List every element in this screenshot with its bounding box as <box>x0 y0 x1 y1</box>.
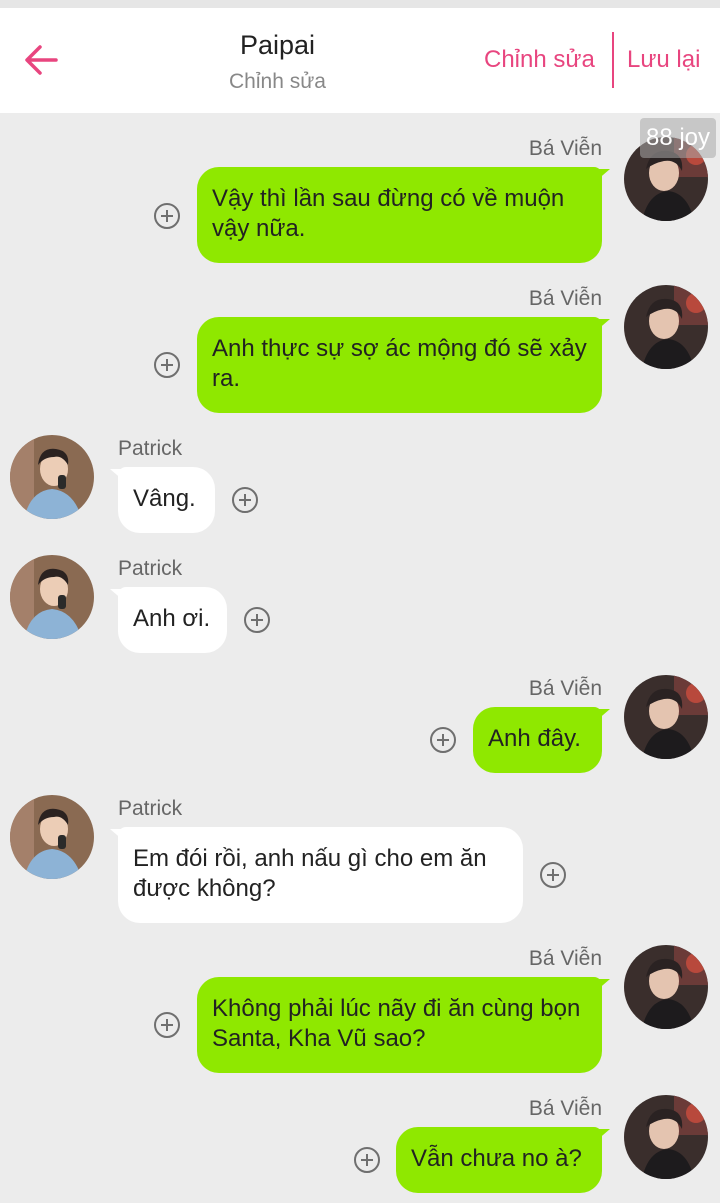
chat-message: Bá Viễn Vẫn chưa no à? <box>0 1095 720 1197</box>
sender-name: Bá Viễn <box>528 677 602 700</box>
message-bubble[interactable]: Em đói rồi, anh nấu gì cho em ăn được kh… <box>110 827 523 923</box>
chat-message: Bá Viễn Anh đây. <box>0 675 720 777</box>
message-bubble[interactable]: Anh đây. <box>473 707 610 773</box>
avatar[interactable] <box>624 1095 708 1179</box>
plus-circle-icon[interactable] <box>154 203 180 229</box>
avatar[interactable] <box>10 435 94 519</box>
sender-name: Patrick <box>118 797 183 820</box>
plus-circle-icon[interactable] <box>244 607 270 633</box>
sender-name: Patrick <box>118 557 183 580</box>
avatar[interactable] <box>624 945 708 1029</box>
chat-message: Patrick Em đói rồi, anh nấu gì cho em ăn… <box>0 795 720 927</box>
message-bubble[interactable]: Vẫn chưa no à? <box>396 1127 610 1193</box>
watermark: 88 joy <box>640 118 716 158</box>
sender-name: Bá Viễn <box>528 947 602 970</box>
avatar[interactable] <box>624 675 708 759</box>
plus-circle-icon[interactable] <box>154 1012 180 1038</box>
avatar[interactable] <box>10 795 94 879</box>
plus-circle-icon[interactable] <box>354 1147 380 1173</box>
sender-name: Bá Viễn <box>528 1097 602 1120</box>
message-bubble[interactable]: Anh thực sự sợ ác mộng đó sẽ xảy ra. <box>197 317 610 413</box>
plus-circle-icon[interactable] <box>430 727 456 753</box>
chat-message: Patrick Vâng. <box>0 435 720 537</box>
header-divider <box>612 32 614 88</box>
sender-name: Patrick <box>118 437 183 460</box>
message-bubble[interactable]: Vậy thì lần sau đừng có về muộn vậy nữa. <box>197 167 610 263</box>
avatar[interactable] <box>10 555 94 639</box>
plus-circle-icon[interactable] <box>540 862 566 888</box>
chat-message: Bá Viễn Anh thực sự sợ ác mộng đó sẽ xảy… <box>0 285 720 417</box>
app-header: Paipai Chỉnh sửa Chỉnh sửa Lưu lại <box>0 8 720 113</box>
plus-circle-icon[interactable] <box>232 487 258 513</box>
status-strip <box>0 0 720 8</box>
plus-circle-icon[interactable] <box>154 352 180 378</box>
chat-message: Bá Viễn Không phải lúc nãy đi ăn cùng bọ… <box>0 945 720 1077</box>
message-bubble[interactable]: Anh ơi. <box>110 587 227 653</box>
page-title: Paipai <box>239 30 316 60</box>
message-bubble[interactable]: Không phải lúc nãy đi ăn cùng bọn Santa,… <box>197 977 610 1073</box>
page-subtitle: Chỉnh sửa <box>229 70 326 93</box>
avatar[interactable] <box>624 285 708 369</box>
edit-button[interactable]: Chỉnh sửa <box>484 46 595 74</box>
message-bubble[interactable]: Vâng. <box>110 467 215 533</box>
sender-name: Bá Viễn <box>528 287 602 310</box>
chat-message: Patrick Anh ơi. <box>0 555 720 657</box>
sender-name: Bá Viễn <box>528 137 602 160</box>
chat-message: Bá Viễn Vậy thì lần sau đừng có về muộn … <box>0 137 720 267</box>
save-button[interactable]: Lưu lại <box>627 46 700 74</box>
